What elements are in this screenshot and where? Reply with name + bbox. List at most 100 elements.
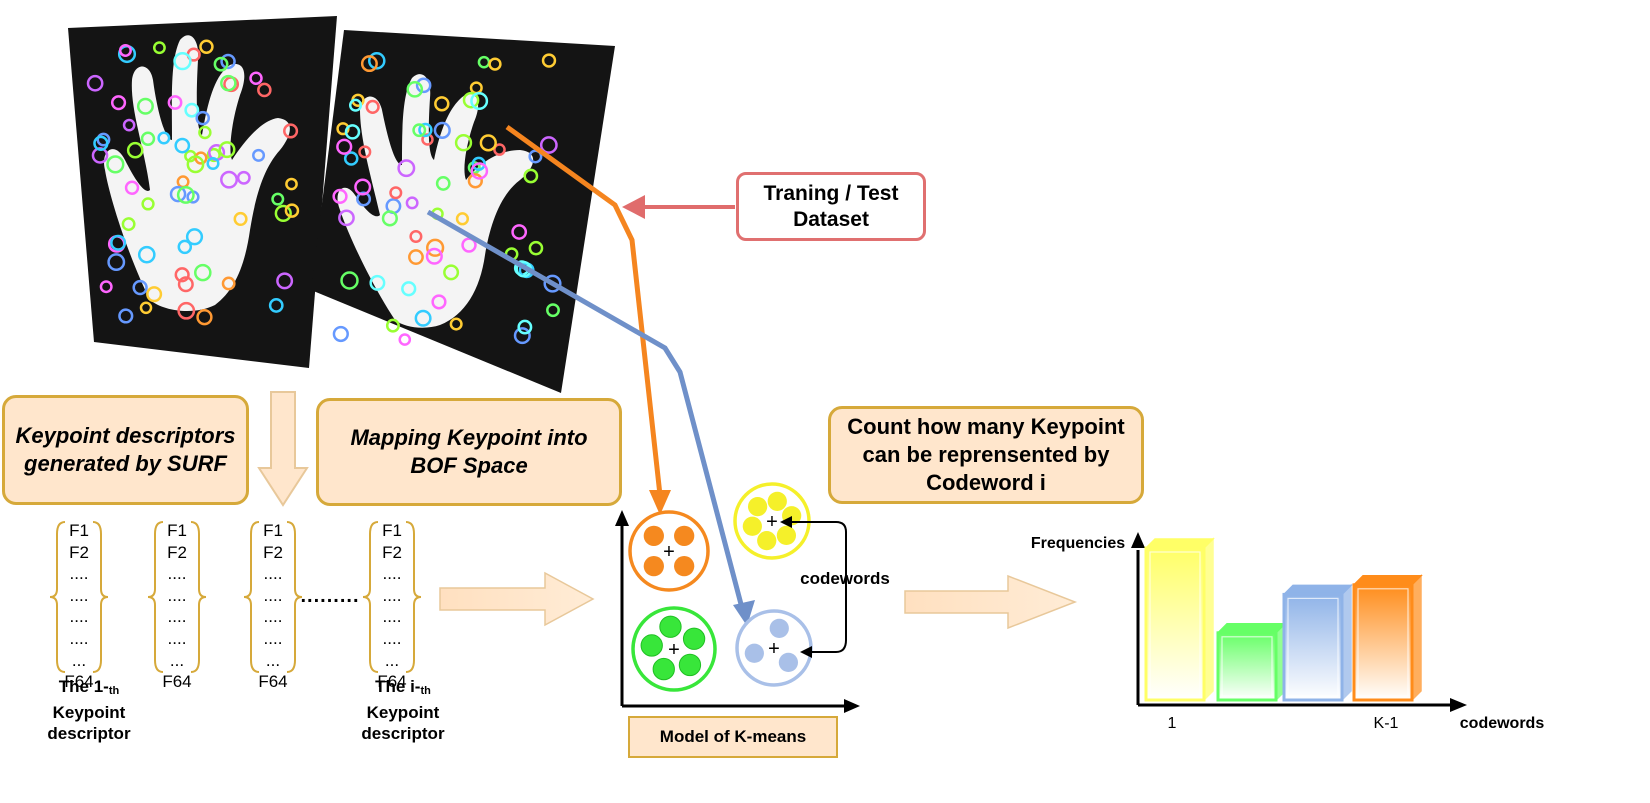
count-line-2: can be reprensented by	[862, 442, 1110, 467]
vector-entry: ....	[382, 607, 402, 627]
cluster-point	[776, 525, 797, 546]
cluster-point	[674, 525, 695, 546]
vector-entry: ....	[167, 564, 187, 584]
vector-entry: ....	[69, 628, 89, 648]
vector-entry: ....	[263, 564, 283, 584]
caption-ith-descriptor: The i-th Keypoint descriptor	[338, 676, 468, 744]
caption-ith-line-3: descriptor	[361, 724, 445, 743]
histogram-bars	[1144, 537, 1423, 702]
vector-entry: F64	[258, 672, 288, 692]
caption-first-sub: th	[108, 685, 120, 697]
bar-front	[1144, 546, 1206, 702]
keypoint-ring	[332, 325, 349, 343]
cluster-point	[674, 556, 695, 577]
dataset-line-2: Dataset	[793, 207, 869, 231]
cluster-green: +	[631, 606, 717, 692]
vector-entry: ...	[265, 650, 281, 670]
vector-entry: ...	[169, 650, 185, 670]
dataset-box: Traning / Test Dataset	[736, 172, 926, 241]
caption-ith-line-2: Keypoint	[366, 703, 440, 722]
descriptor-vector-i: F1 F2 .... .... .... .... ... F64	[362, 520, 422, 693]
histogram-y-label: Frequencies	[1030, 535, 1126, 552]
caption-first-line-2: Keypoint	[52, 703, 126, 722]
vector-entry: ....	[263, 607, 283, 627]
kmeans-to-histogram-arrow	[904, 574, 1078, 630]
codewords-label: codewords	[800, 569, 890, 588]
vector-entry: ....	[263, 585, 283, 605]
cluster-point	[742, 516, 762, 536]
cluster-centroid: +	[766, 511, 778, 533]
vector-entry: ....	[167, 628, 187, 648]
histogram-x-label: codewords	[1459, 715, 1545, 732]
cluster-point	[643, 556, 664, 577]
keypoint-descriptors-line-2: generated by SURF	[24, 451, 227, 476]
vector-entry: F2	[263, 542, 283, 562]
vector-entry: ....	[69, 585, 89, 605]
bar-front	[1216, 631, 1278, 702]
count-line-3: Codeword i	[926, 470, 1046, 495]
cluster-point	[744, 643, 764, 663]
histogram-tick-last: K-1	[1373, 715, 1399, 732]
vectors-to-kmeans-arrow	[439, 571, 595, 627]
cluster-point	[769, 618, 789, 638]
down-arrow	[257, 391, 309, 507]
cluster-centroid: +	[668, 639, 680, 661]
histogram-tick-first: 1	[1167, 715, 1177, 732]
cluster-point	[643, 525, 664, 546]
caption-ith-sub: th	[420, 685, 431, 697]
vector-entry: ....	[167, 607, 187, 627]
kmeans-clusters: + + + +	[628, 482, 813, 692]
dataset-arrowhead	[622, 195, 645, 219]
cluster-point	[659, 615, 682, 638]
cluster-point	[767, 491, 787, 511]
vector-entry: F64	[162, 672, 192, 692]
vector-ellipsis: .........	[300, 585, 360, 607]
caption-ith-prefix: The i-	[375, 677, 421, 696]
vector-entry: ....	[382, 564, 402, 584]
keypoint-ring	[398, 333, 412, 346]
cluster-point	[678, 653, 702, 677]
diagram-stage: + + + + Keypoint descriptors generated by S…	[0, 0, 1650, 803]
histogram-bar	[1216, 621, 1287, 702]
vector-entry: F1	[263, 521, 283, 540]
histogram-bar	[1282, 583, 1353, 702]
vector-entry: ...	[71, 650, 87, 670]
vector-entry: ....	[382, 585, 402, 605]
vector-entry: ....	[69, 564, 89, 584]
caption-first-line-3: descriptor	[47, 724, 131, 743]
hand-image-1	[68, 16, 337, 368]
cluster-centroid: +	[768, 638, 780, 660]
vector-entry: ....	[263, 628, 283, 648]
descriptor-vector-2: F1 F2 .... .... .... .... ... F64	[147, 520, 207, 693]
keypoint-descriptors-box: Keypoint descriptors generated by SURF	[2, 395, 249, 505]
mapping-line-2: BOF Space	[410, 453, 528, 478]
vector-entry: F2	[382, 542, 402, 562]
vector-entry: ...	[384, 650, 400, 670]
count-box: Count how many Keypoint can be reprensen…	[828, 406, 1144, 504]
caption-first-prefix: The 1-	[58, 677, 109, 696]
cluster-point	[682, 627, 706, 650]
caption-first-descriptor: The 1-th Keypoint descriptor	[24, 676, 154, 744]
bar-front	[1352, 583, 1414, 702]
vector-entry: F2	[167, 542, 187, 562]
cluster-point	[652, 657, 675, 681]
dataset-line-1: Traning / Test	[763, 181, 899, 205]
cluster-orange: +	[628, 510, 710, 592]
vector-entry: ....	[69, 607, 89, 627]
vector-entry: F2	[69, 542, 89, 562]
cluster-point	[757, 531, 777, 551]
bar-front	[1282, 592, 1344, 702]
vector-entry: ....	[382, 628, 402, 648]
vector-entry: F1	[167, 521, 187, 540]
vector-entry: ....	[167, 585, 187, 605]
descriptor-vector-3: F1 F2 .... .... .... .... ... F64	[243, 520, 303, 693]
vector-entry: F1	[69, 521, 89, 540]
cluster-point	[640, 634, 663, 657]
descriptor-vector-1: F1 F2 .... .... .... .... ... F64	[49, 520, 109, 693]
cluster-centroid: +	[663, 541, 675, 563]
histogram-bar	[1144, 537, 1215, 702]
cluster-point	[778, 652, 799, 673]
keypoint-descriptors-line-1: Keypoint descriptors	[15, 423, 236, 448]
count-line-1: Count how many Keypoint	[847, 414, 1125, 439]
mapping-box: Mapping Keypoint into BOF Space	[316, 398, 622, 506]
